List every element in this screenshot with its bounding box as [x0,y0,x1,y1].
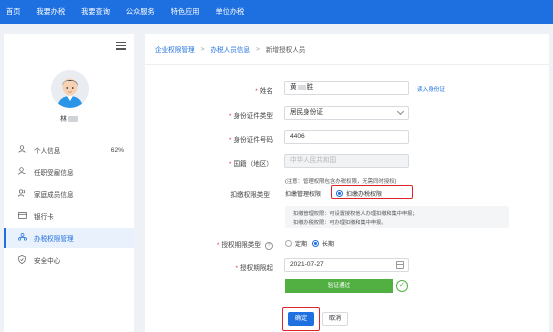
name-input[interactable]: 黄胜 [284,81,409,95]
read-id-card-link[interactable]: 读入身份证 [417,85,445,93]
term-type-label-text: 授权期限类型 [221,242,261,249]
sidebar-item-family[interactable]: 家庭成员信息 [4,184,134,204]
nav-home[interactable]: 首页 [6,7,20,17]
breadcrumb-current: 新增授权人员 [265,47,306,54]
nationality-input: 中华人民共和国 [284,154,409,168]
chevron-down-icon [396,107,405,116]
auth-note: (注意：管理权限包含办税权限，无需同时授权) [285,179,397,185]
name-label: * 姓名 [255,88,273,95]
user-name-text: 林 [60,116,67,123]
name-value: 黄 [290,84,297,91]
radio-selected-icon[interactable] [312,240,319,247]
auth-option-tax[interactable]: 扣缴办税权限 [336,189,382,198]
org-icon [16,233,28,243]
masked-text [297,84,306,90]
breadcrumb-tax-staff[interactable]: 办税人员信息 [210,44,250,54]
radio-icon[interactable] [285,240,292,247]
name-value-suffix: 胜 [306,84,314,91]
avatar [51,70,89,108]
divider [145,64,549,65]
sidebar-item-employment[interactable]: 任职受雇信息 [4,162,134,182]
auth-option-manage[interactable]: 扣缴管理权限 [285,189,321,198]
term-option-long[interactable]: 长期 [312,239,334,248]
sidebar-item-label: 个人信息 [34,148,61,155]
help-icon[interactable]: ? [265,242,273,250]
sidebar-item-label: 银行卡 [34,214,54,221]
nationality-label-text: 国籍（地区） [233,161,273,168]
chevron-right-icon: > [255,45,260,53]
auth-desc-manage: 扣缴管理权限：可设置授权他人办理扣缴和集中申报； [293,211,418,217]
confirm-button[interactable]: 确定 [288,312,314,326]
start-date-value: 2021-07-27 [290,261,324,268]
sidebar-item-tax-permission[interactable]: 办税权限管理 [4,228,134,248]
person-icon [16,167,28,177]
id-type-label-text: 身份证件类型 [233,113,273,120]
cancel-button[interactable]: 取消 [322,312,348,326]
id-number-input[interactable]: 4406 [284,130,409,144]
chevron-right-icon: > [200,45,205,53]
id-number-value: 4406 [290,133,305,140]
sidebar-item-bank-card[interactable]: 银行卡 [4,206,134,226]
sidebar-item-security[interactable]: 安全中心 [4,250,134,270]
term-option-fixed[interactable]: 定期 [285,239,307,248]
sidebar: 林 个人信息 62% 任职受雇信息 家庭成员信息 银行卡 办税权限管理 安全中心 [4,34,134,332]
id-number-label-text: 身份证件号码 [233,137,273,144]
verify-slider[interactable]: 验证通过 [285,279,393,293]
user-name: 林 [4,114,134,124]
nav-tax-filing[interactable]: 我要办税 [36,7,65,17]
id-number-label: * 身份证件号码 [228,137,273,144]
breadcrumb: 企业权限管理 > 办税人员信息 > 新增授权人员 [155,44,306,55]
start-date-label-text: 授权期限起 [240,265,273,272]
breadcrumb-enterprise-permission[interactable]: 企业权限管理 [155,44,195,54]
masked-name [68,116,78,123]
sidebar-item-label: 任职受雇信息 [34,170,74,177]
id-type-label: * 身份证件类型 [228,113,273,120]
radio-selected-icon[interactable] [336,190,343,197]
term-option-fixed-label: 定期 [295,242,308,248]
main-panel: 企业权限管理 > 办税人员信息 > 新增授权人员 * 姓名 黄胜 读入身份证 * 身… [145,34,549,332]
calendar-icon[interactable] [396,261,404,269]
nav-features[interactable]: 特色应用 [171,7,200,17]
check-icon: ✓ [396,280,408,292]
auth-description: 扣缴管理权限：可设置授权他人办理扣缴和集中申报； 扣缴办税权限：可办理扣缴和集中… [285,206,509,228]
completion-percent: 62% [110,146,124,154]
nav-query[interactable]: 我要查询 [81,7,110,17]
auth-type-label: 扣缴权限类型 [230,192,270,199]
card-icon [16,211,28,221]
nationality-value: 中华人民共和国 [290,157,337,164]
nav-company-tax[interactable]: 单位办税 [215,7,244,17]
name-label-text: 姓名 [259,88,273,95]
sidebar-item-label: 办税权限管理 [34,236,74,243]
id-type-value: 居民身份证 [290,109,323,116]
start-date-input[interactable]: 2021-07-27 [284,258,409,272]
sidebar-item-label: 安全中心 [34,258,61,265]
person-icon [16,145,28,155]
nationality-label: * 国籍（地区） [228,161,273,168]
sidebar-item-personal-info[interactable]: 个人信息 62% [4,140,134,160]
shield-icon [16,254,28,266]
menu-icon[interactable] [116,42,126,50]
term-type-label: * 授权期限类型? [185,239,273,250]
family-icon [16,189,28,199]
sidebar-item-label: 家庭成员信息 [34,192,74,199]
auth-option-manage-label: 扣缴管理权限 [285,192,322,198]
term-option-long-label: 长期 [322,242,335,248]
auth-option-tax-label: 扣缴办税权限 [346,192,383,198]
id-type-select[interactable]: 居民身份证 [284,106,409,120]
auth-desc-tax: 扣缴办税权限：可办理扣缴和集中申报。 [293,220,387,226]
nav-public-service[interactable]: 公众服务 [126,7,155,17]
start-date-label: * 授权期限起 [235,265,273,272]
top-nav: 首页 我要办税 我要查询 公众服务 特色应用 单位办税 [0,0,553,24]
